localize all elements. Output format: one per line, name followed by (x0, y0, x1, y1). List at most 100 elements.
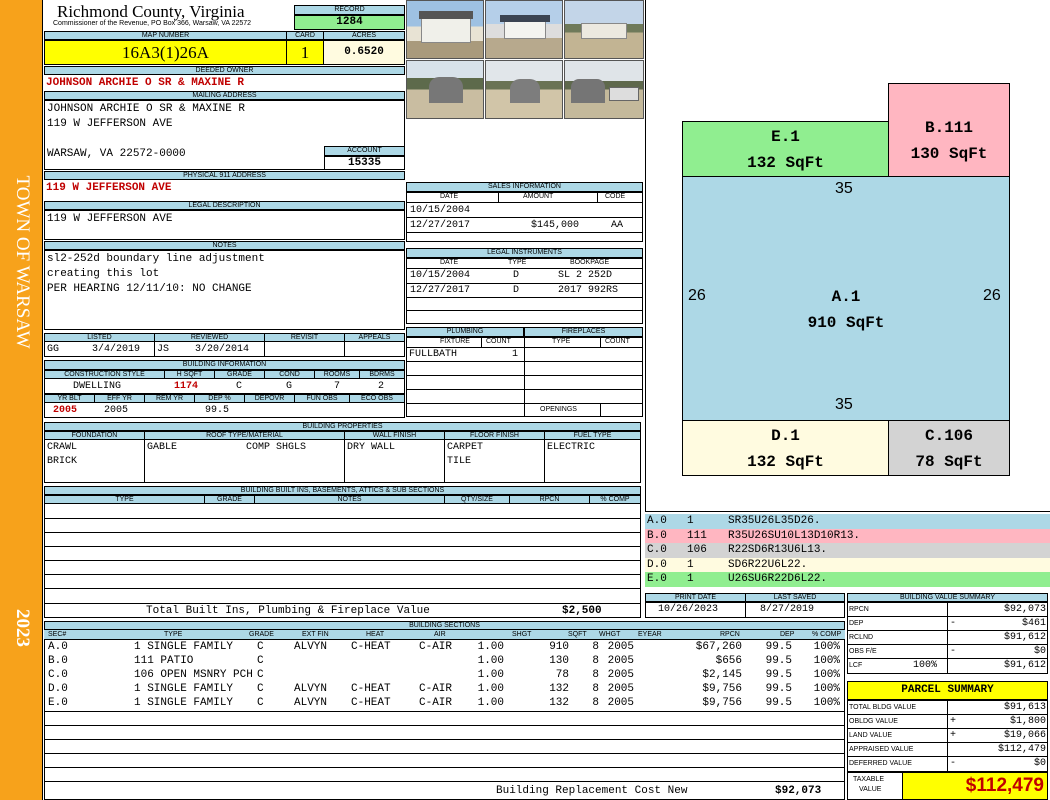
builtins-comp-header: % COMP (589, 495, 641, 504)
fuel-type: ELECTRIC (547, 442, 596, 453)
sections-cell: 100% (813, 655, 840, 667)
bvs-dep-sign: - (950, 618, 957, 629)
commissioner-address: Commissioner of the Revenue, PO Box 366,… (53, 20, 252, 27)
map-value-box: 16A3(1)26A (44, 40, 287, 65)
sketch-section-b[interactable]: B.111 130 SqFt (888, 83, 1010, 177)
sections-col-header: GRADE (249, 631, 274, 638)
sections-cell: 2005 (607, 655, 634, 667)
wall-finish: DRY WALL (347, 442, 396, 453)
sections-row: E.0 1 SINGLE FAMILY C ALVYN C-HEAT C-AIR 1.00 1… (44, 696, 845, 710)
sale-2-amount: $145,000 (531, 220, 580, 231)
sections-cell: 99.5 (765, 641, 792, 653)
sketch-legend-row: D.0 1 SD6R22U6L22. (645, 557, 1050, 572)
sketch-section-d[interactable]: D.1 132 SqFt (682, 420, 889, 476)
parcel-tbv: $91,613 (1003, 702, 1046, 713)
property-photo-2[interactable] (485, 0, 563, 59)
sections-cell: 8 (592, 669, 599, 681)
sections-cell: 1.00 (477, 697, 504, 709)
map-number: 16A3(1)26A (122, 43, 209, 62)
li-2-book: 2017 992RS (558, 285, 619, 296)
parcel-obldg-label: OBLDG VALUE (849, 718, 898, 725)
print-date: 10/26/2023 (658, 604, 719, 615)
sections-header: BUILDING SECTIONS (44, 621, 845, 630)
sections-cell: $9,756 (702, 683, 742, 695)
builtins-box (44, 495, 641, 618)
effyr-header: EFF YR (94, 394, 145, 403)
property-photo-1[interactable] (406, 0, 484, 59)
sections-cell: 2005 (607, 697, 634, 709)
sketch-legend-path: R35U26SU10L13D10R13. (728, 529, 861, 542)
fuel-header: FUEL TYPE (544, 431, 641, 440)
account-header: ACCOUNT (324, 146, 405, 156)
property-photo-4[interactable] (406, 60, 484, 119)
floor-finish-2: TILE (447, 456, 472, 467)
bvs-lcf-pct: 100% (913, 660, 938, 671)
sketch-section-a[interactable]: A.1 910 SqFt (682, 176, 1010, 421)
floor-header: FLOOR FINISH (444, 431, 545, 440)
plumbing-header: PLUMBING (406, 327, 524, 337)
fixture-header: FIXTURE (440, 338, 470, 345)
sketch-section-c[interactable]: C.106 78 SqFt (888, 420, 1010, 476)
sections-cell: C-HEAT (351, 697, 391, 709)
acres-header: ACRES (323, 31, 405, 40)
sections-cell: C (257, 669, 264, 681)
foundation-header: FOUNDATION (44, 431, 145, 440)
sketch-legend-code: 111 (687, 529, 707, 542)
fireplace-type-header: TYPE (552, 338, 571, 345)
sales-header: SALES INFORMATION (406, 182, 643, 192)
last-saved-header: LAST SAVED (745, 593, 845, 602)
sketch-a-label: A.1 (831, 288, 861, 306)
hsqft-value: 1174 (174, 381, 199, 392)
sections-col-header: WHGT (599, 631, 621, 638)
sections-cell: ALVYN (294, 641, 328, 653)
town-label: TOWN OF WARSAW (12, 175, 33, 349)
sections-cell: 8 (592, 697, 599, 709)
sketch-c-area: 78 SqFt (915, 453, 983, 471)
owner-name: JOHNSON ARCHIE O SR & MAXINE R (46, 77, 245, 89)
sections-cell: 78 (555, 669, 569, 681)
sections-col-header: HEAT (366, 631, 385, 638)
sections-row: A.0 1 SINGLE FAMILY C ALVYN C-HEAT C-AIR 1.00 9… (44, 640, 845, 654)
sketch-a-area: 910 SqFt (807, 314, 885, 332)
plumbing-count: 1 (512, 349, 519, 360)
card-header: CARD (286, 31, 324, 40)
yrblt-value: 2005 (53, 405, 78, 416)
cond-value: G (286, 381, 293, 392)
sections-cell: 8 (592, 655, 599, 667)
revisit-header: REVISIT (264, 333, 345, 342)
card-value-box: 1 (286, 40, 324, 65)
bvs-header: BUILDING VALUE SUMMARY (847, 593, 1048, 602)
bdrms-header: BDRMS (359, 370, 405, 379)
sketch-legend-path: R22SD6R13U6L13. (728, 544, 828, 556)
yrblt-header: YR BLT (44, 394, 95, 403)
mailing-line1: JOHNSON ARCHIE O SR & MAXINE R (47, 103, 246, 115)
sections-cell: 8 (592, 683, 599, 695)
listed-date: 3/4/2019 (92, 344, 141, 355)
reviewed-header: REVIEWED (154, 333, 265, 342)
sidebar (0, 0, 43, 800)
bvs-rpcn-label: RPCN (849, 606, 869, 613)
parcel-deferred-label: DEFERRED VALUE (849, 760, 912, 767)
sections-row: C.0 106 OPEN MSNRY PCH C 1.00 78 8 2005 $2,145 9… (44, 668, 845, 682)
notes-line1: sl2-252d boundary line adjustment (47, 253, 265, 265)
builtins-total-label: Total Built Ins, Plumbing & Fireplace Va… (146, 605, 430, 617)
property-photo-5[interactable] (485, 60, 563, 119)
sketch-section-e[interactable]: E.1 132 SqFt (682, 121, 889, 177)
sections-cell: 2005 (607, 683, 634, 695)
sections-cell: E.0 (48, 697, 68, 709)
taxable-value-box: $112,479 (902, 772, 1048, 800)
parcel-land-sign: + (950, 730, 957, 741)
fireplace-count-header: COUNT (605, 338, 630, 345)
sketch-legend-path: SR35U26L35D26. (728, 515, 821, 527)
builtins-type-header: TYPE (44, 495, 205, 504)
sections-cell: 130 (549, 655, 569, 667)
sales-date-header: DATE (440, 193, 459, 200)
bvs-dep: $461 (1021, 618, 1046, 629)
property-photo-6[interactable] (564, 60, 644, 119)
property-photo-3[interactable] (564, 0, 644, 59)
sections-cell: C (257, 641, 264, 653)
sections-col-header: EXT FIN (302, 631, 329, 638)
sections-cell: 2005 (607, 641, 634, 653)
li-2-type: D (513, 285, 520, 296)
sections-cell: C-AIR (419, 641, 453, 653)
